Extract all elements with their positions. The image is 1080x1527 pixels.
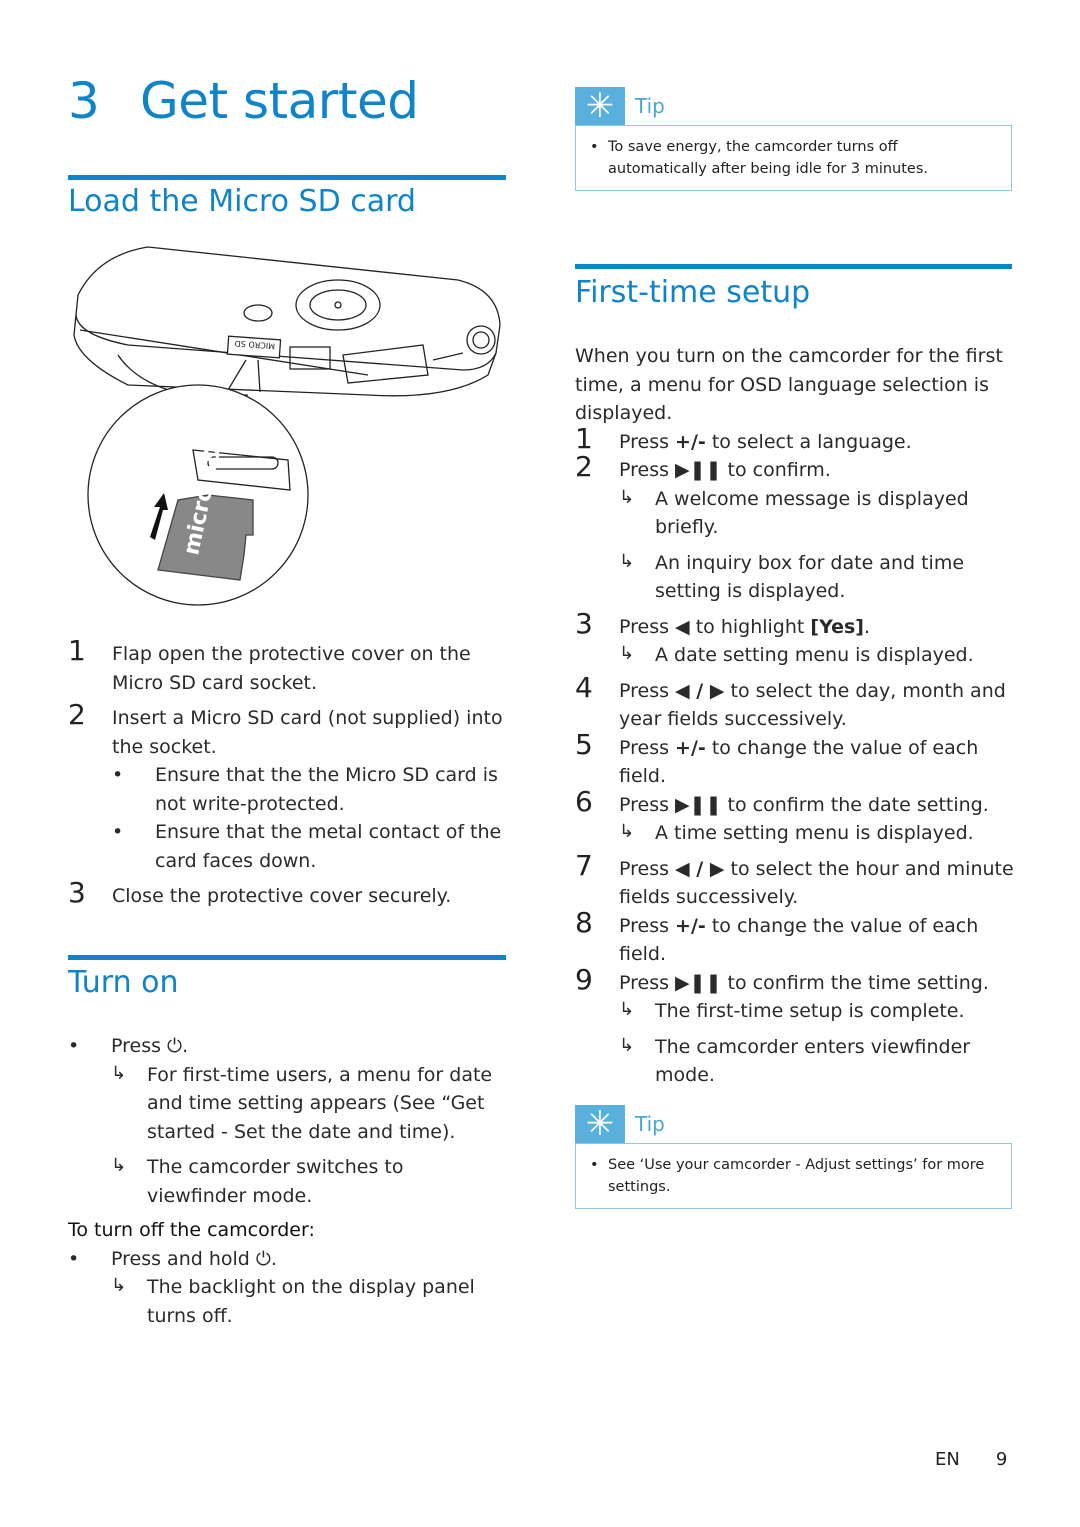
section-title-first-time-setup: First-time setup (575, 275, 811, 310)
turn-on-content: • Press ⏻. ↳ For first-time users, a menu … (68, 1032, 508, 1330)
key-symbol: +/- (675, 430, 706, 453)
bullet-item: • Press and hold ⏻. (68, 1247, 277, 1270)
key-symbol: +/- (675, 914, 706, 937)
intro-paragraph: When you turn on the camcorder for the f… (575, 345, 1003, 424)
footer-language: EN (935, 1449, 960, 1470)
step-item: 1 Flap open the protective cover on the M… (68, 634, 471, 694)
section-rule (68, 175, 506, 180)
step-item: 7 Press ◀ / ▶ to select the hour and minu… (575, 848, 1014, 908)
result-arrow-icon: ↳ (619, 550, 635, 572)
result-arrow-icon: ↳ (619, 821, 635, 842)
step-item: 6 Press ▶❚❚ to confirm the date setting. ↳… (575, 787, 1015, 848)
load-card-steps: 1 Flap open the protective cover on the M… (68, 634, 508, 911)
bullet-item: • Ensure that the the Micro SD card is no… (112, 764, 498, 815)
key-symbol: ▶❚❚ (675, 971, 722, 994)
step-item: 3 Close the protective cover securely. (68, 876, 452, 909)
camcorder-illustration: MICRO SD micro SD (68, 235, 508, 615)
result-arrow-icon: ↳ (111, 1155, 127, 1176)
tip-label: Tip (635, 94, 665, 118)
tip-text: See ‘Use your camcorder - Adjust setting… (608, 1157, 985, 1195)
bullet-item: • Press ⏻. (68, 1035, 189, 1057)
turn-off-heading: To turn off the camcorder: (68, 1219, 315, 1241)
power-instruction: Press ⏻. (111, 1035, 189, 1057)
result-arrow-icon: ↳ (619, 643, 635, 664)
key-symbol: ◀ (675, 615, 690, 638)
result-item: ↳ A welcome message is displayed briefly. (619, 485, 1015, 542)
tip-text: To save energy, the camcorder turns off … (608, 139, 929, 177)
step-item: 1 Press +/- to select a language. (575, 421, 912, 455)
result-arrow-icon: ↳ (619, 486, 635, 508)
result-item: ↳ The first-time setup is complete. (619, 997, 1015, 1026)
step-item: 4 Press ◀ / ▶ to select the day, month an… (575, 670, 1006, 730)
step-item: 2 Insert a Micro SD card (not supplied) i… (68, 700, 508, 875)
step-item: 3 Press ◀ to highlight [Yes]. ↳ A date sett… (575, 609, 1015, 670)
tip-asterisk-icon: ✳ (575, 87, 625, 125)
result-arrow-icon: ↳ (619, 1034, 635, 1056)
page-number: 9 (995, 1449, 1008, 1470)
tip-label: Tip (635, 1112, 665, 1136)
key-symbol: ◀ / ▶ (675, 679, 725, 702)
chapter-title: 3 Get started (68, 72, 419, 130)
section-rule (575, 264, 1012, 269)
first-time-setup-content: When you turn on the camcorder for the f… (575, 342, 1015, 1090)
result-arrow-icon: ↳ (111, 1275, 127, 1296)
tip-asterisk-icon: ✳ (575, 1105, 625, 1143)
footer: EN 9 (935, 1449, 1007, 1470)
chapter-title-text: Get started (140, 72, 419, 130)
result-item: ↳ The backlight on the display panel turn… (111, 1273, 508, 1330)
key-symbol: [Yes] (810, 615, 864, 638)
step-item: 5 Press +/- to change the value of each f… (575, 727, 979, 787)
key-symbol: ▶❚❚ (675, 793, 722, 816)
key-symbol: +/- (675, 736, 706, 759)
result-item: ↳ The camcorder switches to viewfinder mo… (111, 1153, 508, 1210)
step-item: 8 Press +/- to change the value of each f… (575, 905, 979, 965)
result-arrow-icon: ↳ (619, 999, 635, 1020)
result-item: ↳ For first-time users, a menu for date a… (111, 1061, 508, 1147)
tip-box: ✳ Tip • To save energy, the camcorder turn… (575, 87, 1012, 191)
result-arrow-icon: ↳ (111, 1062, 127, 1084)
key-symbol: ◀ / ▶ (675, 857, 725, 880)
bullet-item: • Ensure that the metal contact of the ca… (112, 821, 502, 872)
key-symbol: ▶❚❚ (675, 459, 722, 481)
chapter-number: 3 (68, 72, 100, 130)
section-rule (68, 955, 506, 960)
step-item: 9 Press ▶❚❚ to confirm the time setting. ↳… (575, 965, 1015, 1090)
section-title-turn-on: Turn on (68, 965, 179, 1000)
tip-box: ✳ Tip • See ‘Use your camcorder - Adjust s… (575, 1105, 1012, 1209)
step-item: 2 Press ▶❚❚ to confirm. ↳ A welcome message… (575, 452, 1015, 606)
result-item: ↳ A date setting menu is displayed. (619, 641, 1015, 670)
result-item: ↳ An inquiry box for date and time settin… (619, 549, 1015, 606)
section-title-load-card: Load the Micro SD card (68, 184, 416, 219)
result-item: ↳ A time setting menu is displayed. (619, 819, 1015, 848)
result-item: ↳ The camcorder enters viewfinder mode. (619, 1033, 1015, 1090)
